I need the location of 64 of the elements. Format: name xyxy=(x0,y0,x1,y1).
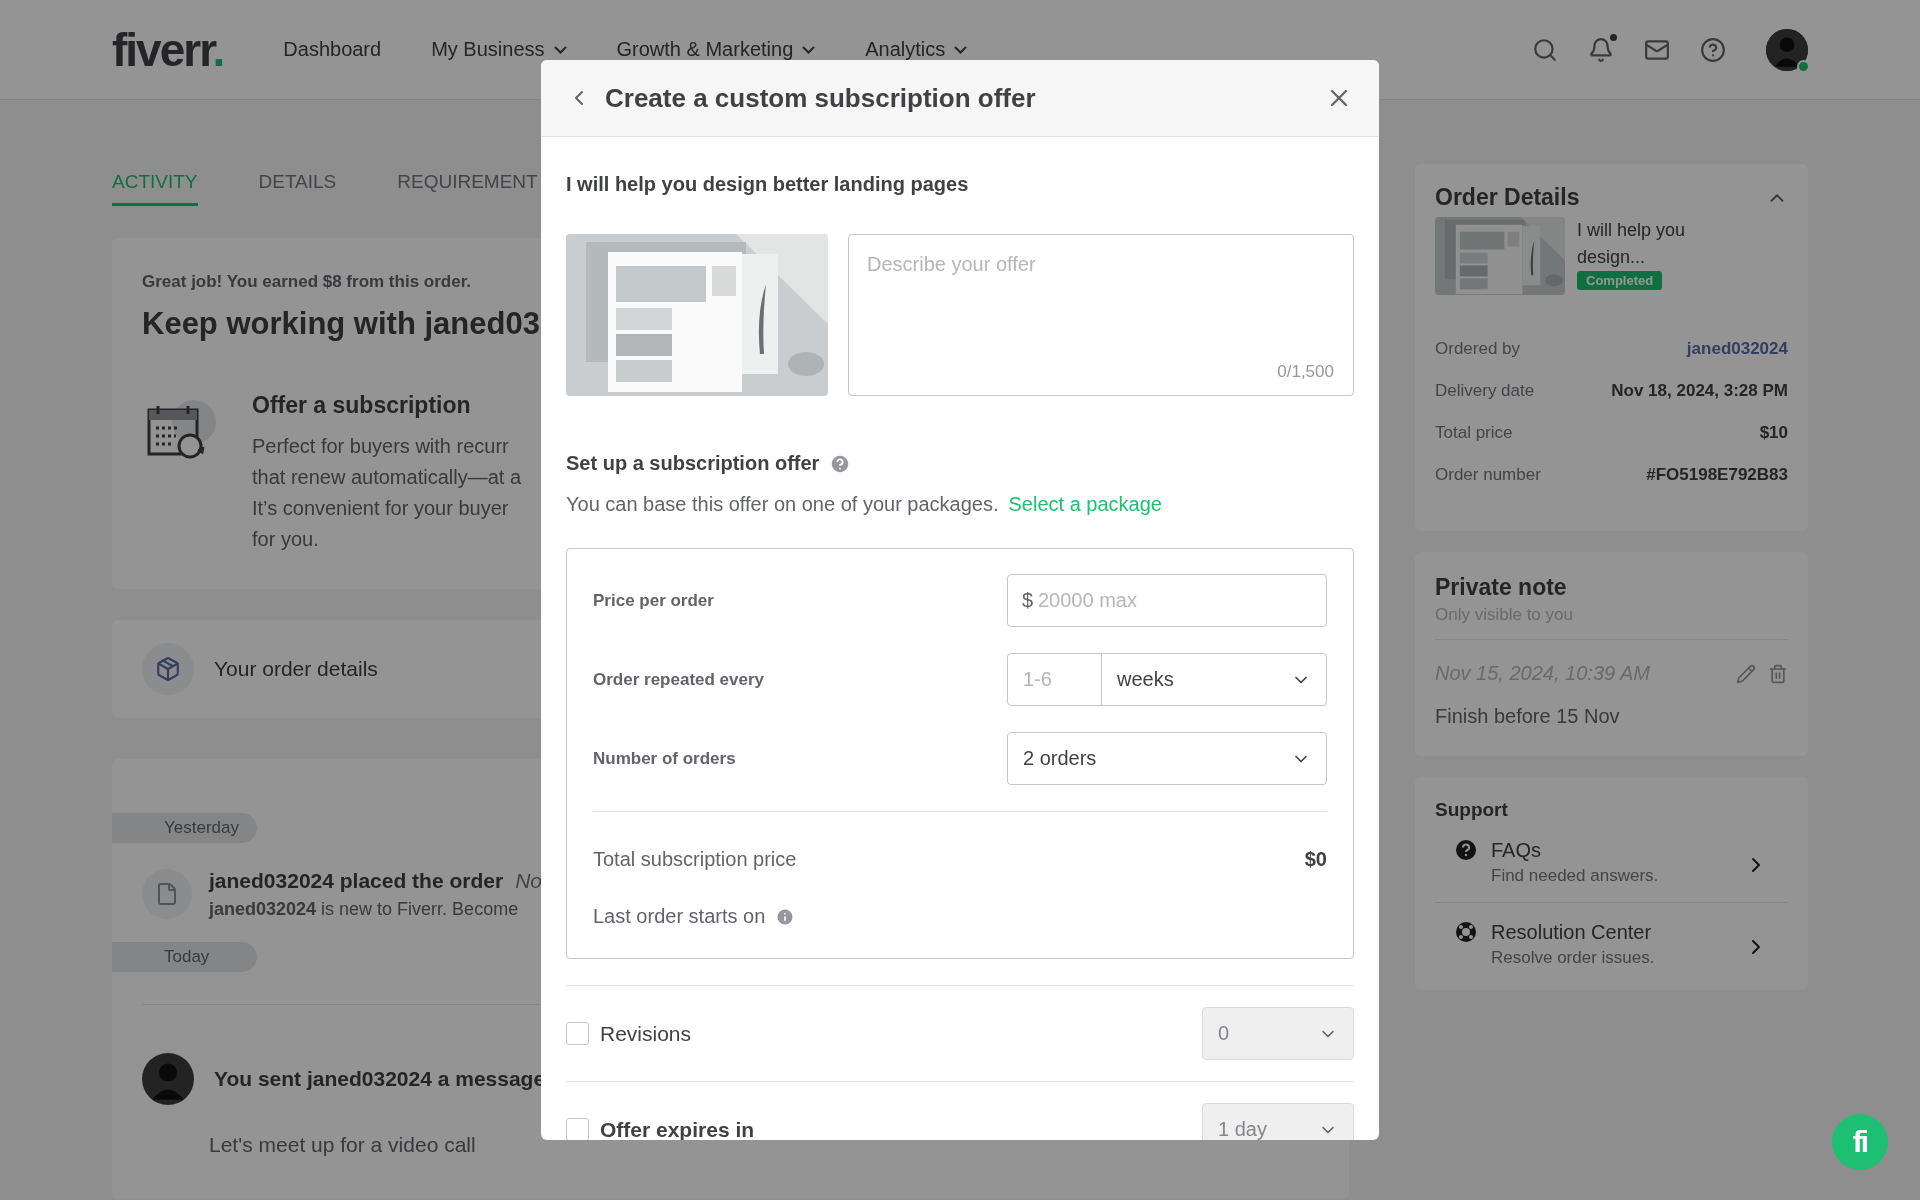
nav-link[interactable]: My Business xyxy=(431,38,567,61)
help-icon xyxy=(1455,839,1477,861)
event-title: janed032024 placed the order No xyxy=(209,869,542,893)
detail-label: Order number xyxy=(1435,465,1541,485)
detail-label: Delivery date xyxy=(1435,381,1535,401)
detail-label: Total price xyxy=(1435,423,1513,443)
help-icon[interactable] xyxy=(1700,36,1726,63)
option-label: Revisions xyxy=(600,1021,692,1046)
field-label: Number of orders xyxy=(593,748,736,769)
field-label: Price per order xyxy=(593,590,714,611)
gig-title: I will help you design... xyxy=(1577,219,1687,269)
detail-value: Nov 18, 2024, 3:28 PM xyxy=(1611,381,1788,401)
gig-title: I will help you design better landing pages xyxy=(566,173,970,196)
package-icon xyxy=(142,643,194,695)
logo[interactable]: fiverr. xyxy=(112,22,224,77)
field-label: Order repeated every xyxy=(593,669,765,690)
edit-icon[interactable] xyxy=(1736,663,1756,684)
event-text: janed032024 is new to Fiverr. Become xyxy=(209,899,520,920)
character-counter: 0/1,500 xyxy=(1277,362,1334,382)
earned-note: Great job! You earned $8 from this order. xyxy=(142,272,473,292)
offer-text: Perfect for buyers with recurr that renew automatically—at a It’s convenient for your buyer for you. xyxy=(252,434,522,552)
interval-field[interactable]: 1-6 xyxy=(1007,653,1102,706)
delete-icon[interactable] xyxy=(1768,663,1788,684)
lifebuoy-icon xyxy=(1455,921,1477,943)
currency-prefix: $ xyxy=(1022,589,1034,612)
message-text: Let's meet up for a video call xyxy=(209,1133,477,1157)
support-link[interactable]: FAQs Find needed answers. xyxy=(1435,821,1788,902)
section-text: You can base this offer on one of your packages. Select a package xyxy=(566,493,1163,516)
detail-value: $10 xyxy=(1759,423,1788,443)
message-title: You sent janed032024 a message xyxy=(214,1067,546,1091)
order-details-label: Your order details xyxy=(214,657,378,681)
status-badge: Completed xyxy=(1577,271,1663,290)
unit-dropdown[interactable]: weeks xyxy=(1101,653,1327,706)
tab[interactable]: REQUIREMENT xyxy=(397,171,538,206)
detail-label: Ordered by xyxy=(1435,339,1521,359)
nav-link[interactable]: Growth & Marketing xyxy=(616,38,816,61)
card-title: Order Details xyxy=(1435,184,1580,211)
section-title: Set up a subscription offer xyxy=(566,452,820,475)
total-value: $0 xyxy=(1304,848,1327,871)
buyer-link[interactable]: janed032024 xyxy=(1686,339,1788,359)
detail-value: #FO5198E792B83 xyxy=(1646,465,1788,485)
note-text: Finish before 15 Nov xyxy=(1435,705,1621,728)
option-label: Offer expires in xyxy=(600,1117,755,1140)
chevron-down-icon xyxy=(954,45,968,54)
support-link[interactable]: Resolution Center Resolve order issues. xyxy=(1435,903,1788,984)
file-icon xyxy=(142,869,192,919)
nav-link[interactable]: Dashboard xyxy=(283,38,382,61)
card-title: Support xyxy=(1435,799,1509,821)
nav-link[interactable]: Analytics xyxy=(865,38,968,61)
info-icon[interactable] xyxy=(775,906,796,927)
total-label: Total subscription price xyxy=(593,848,797,871)
orders-dropdown[interactable]: 2 orders xyxy=(1007,732,1327,785)
date-separator: Today xyxy=(112,942,257,972)
offer-title: Offer a subscription xyxy=(252,392,472,419)
chevron-down-icon xyxy=(802,45,816,54)
search-icon[interactable] xyxy=(1532,36,1558,63)
last-order-label: Last order starts on xyxy=(593,905,766,928)
bell-icon[interactable] xyxy=(1588,36,1614,63)
date-separator: Yesterday xyxy=(112,813,257,843)
card-title: Private note xyxy=(1435,574,1568,601)
tab[interactable]: DETAILS xyxy=(258,171,337,206)
card-title: Keep working with janed03 xyxy=(142,306,541,342)
chevron-down-icon xyxy=(553,45,567,54)
dialog-title: Create a custom subscription offer xyxy=(605,82,1037,114)
